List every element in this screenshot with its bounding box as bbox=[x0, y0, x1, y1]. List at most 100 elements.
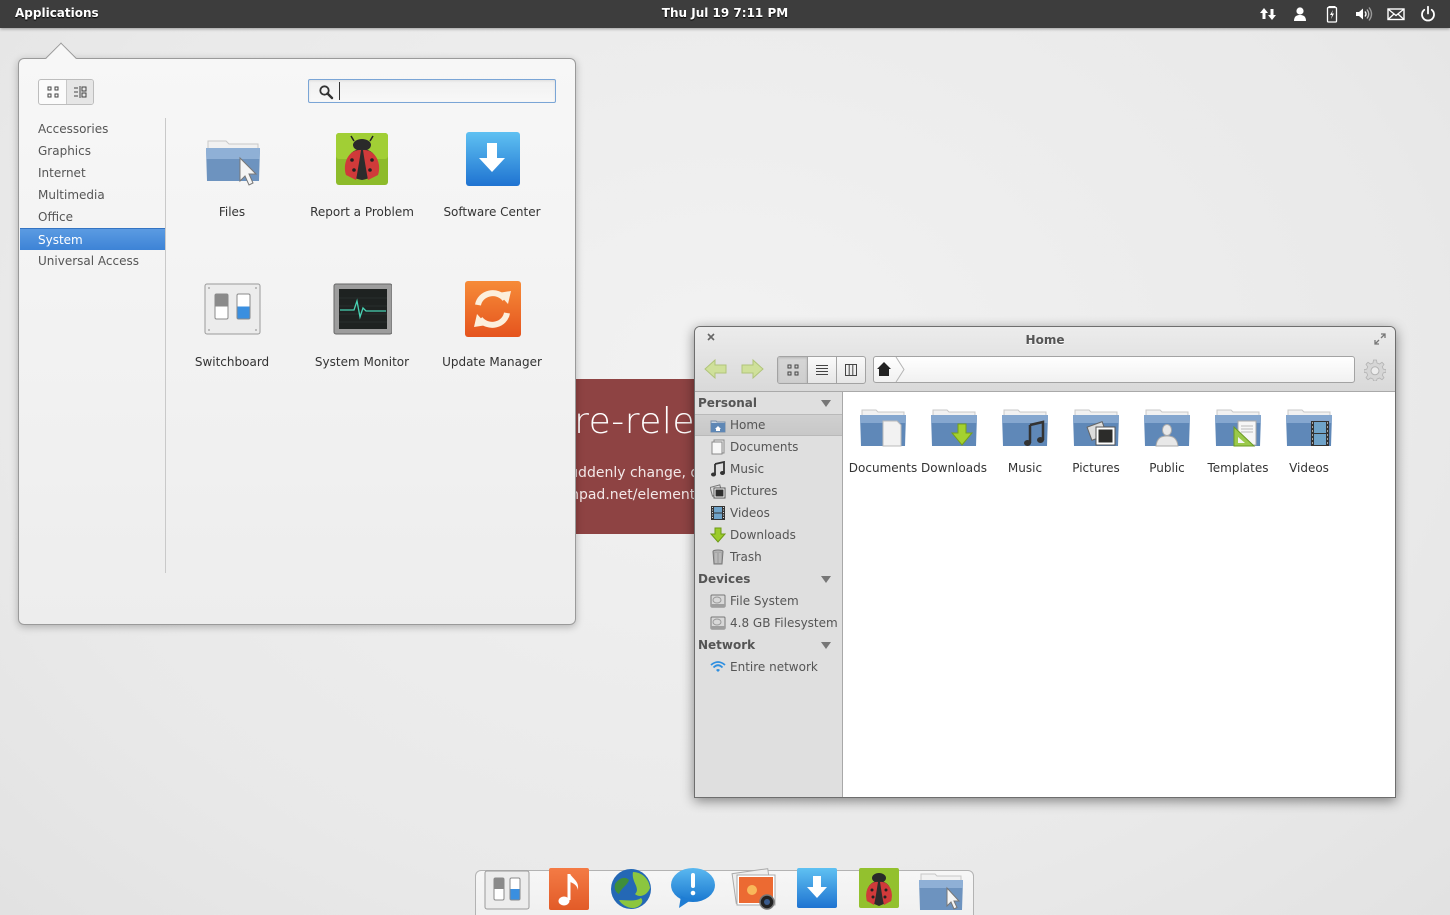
sidebar-item-entire-network[interactable]: Entire network bbox=[695, 656, 842, 678]
switchboard-icon bbox=[484, 870, 530, 910]
dock-item-notifications[interactable] bbox=[669, 866, 717, 910]
back-button[interactable] bbox=[703, 358, 729, 380]
section-personal[interactable]: Personal bbox=[695, 392, 842, 414]
places-sidebar: Personal Home Documents Music Pictures V… bbox=[695, 392, 843, 797]
category-universal-access[interactable]: Universal Access bbox=[20, 250, 166, 272]
dock-item-files[interactable] bbox=[917, 866, 965, 910]
ladybug-icon bbox=[859, 868, 899, 908]
dock-item-switchboard[interactable] bbox=[483, 866, 531, 910]
close-icon bbox=[707, 333, 715, 341]
pre-release-notice: This is a pre-release What you're seeing… bbox=[575, 379, 700, 534]
folder-label: Videos bbox=[1289, 461, 1329, 475]
app-report-a-problem[interactable]: Report a Problem bbox=[297, 129, 427, 219]
file-view[interactable]: Documents Downloads Music Pictures Publi… bbox=[844, 392, 1395, 797]
battery-icon[interactable] bbox=[1316, 4, 1348, 24]
dock-item-software-center[interactable] bbox=[793, 866, 841, 910]
documents-icon bbox=[711, 439, 725, 455]
sidebar-item-videos[interactable]: Videos bbox=[695, 502, 842, 524]
app-files[interactable]: Files bbox=[167, 129, 297, 219]
sidebar-item-music[interactable]: Music bbox=[695, 458, 842, 480]
forward-arrow-icon bbox=[741, 358, 764, 380]
settings-button[interactable] bbox=[1363, 359, 1387, 382]
app-label: Switchboard bbox=[194, 355, 270, 369]
category-multimedia[interactable]: Multimedia bbox=[20, 184, 166, 206]
close-button[interactable] bbox=[705, 331, 717, 345]
clock[interactable]: Thu Jul 19 7:11 PM bbox=[662, 6, 788, 20]
downloads-icon bbox=[710, 527, 726, 543]
list-view-button[interactable] bbox=[807, 357, 836, 383]
notice-title: This is a pre-release bbox=[575, 401, 700, 442]
folder-label: Pictures bbox=[1072, 461, 1120, 475]
search-input[interactable] bbox=[339, 82, 549, 100]
switchboard-icon bbox=[204, 283, 261, 335]
dock-item-report-a-problem[interactable] bbox=[855, 866, 903, 910]
app-system-monitor[interactable]: System Monitor bbox=[297, 279, 427, 369]
column-view-button[interactable] bbox=[836, 357, 865, 383]
folder-public[interactable]: Public bbox=[1131, 407, 1203, 475]
app-label: Software Center bbox=[443, 205, 541, 219]
folder-templates[interactable]: Templates bbox=[1202, 407, 1274, 475]
category-graphics[interactable]: Graphics bbox=[20, 140, 166, 162]
collapse-triangle-icon[interactable] bbox=[821, 642, 831, 649]
icon-view-button[interactable] bbox=[778, 357, 807, 383]
folder-videos[interactable]: Videos bbox=[1273, 407, 1345, 475]
drive-icon bbox=[710, 594, 726, 608]
sidebar-item-documents[interactable]: Documents bbox=[695, 436, 842, 458]
category-internet[interactable]: Internet bbox=[20, 162, 166, 184]
user-icon[interactable] bbox=[1284, 4, 1316, 24]
window-titlebar[interactable]: Home bbox=[695, 327, 1395, 392]
folder-documents[interactable]: Documents bbox=[847, 407, 919, 475]
templates-folder-icon bbox=[1215, 409, 1261, 447]
category-system[interactable]: System bbox=[20, 228, 166, 250]
maximize-button[interactable] bbox=[1373, 331, 1387, 345]
grid-view-button[interactable] bbox=[39, 80, 66, 104]
sidebar-item-4-8gb-filesystem[interactable]: 4.8 GB Filesystem bbox=[695, 612, 842, 634]
folder-music[interactable]: Music bbox=[989, 407, 1061, 475]
folder-label: Documents bbox=[848, 461, 918, 475]
folder-downloads[interactable]: Downloads bbox=[918, 407, 990, 475]
grid-icon bbox=[47, 86, 58, 98]
app-update-manager[interactable]: Update Manager bbox=[427, 279, 557, 369]
software-center-icon bbox=[466, 132, 520, 186]
sidebar-item-home[interactable]: Home bbox=[695, 414, 842, 436]
app-switchboard[interactable]: Switchboard bbox=[167, 279, 297, 369]
sidebar-item-file-system[interactable]: File System bbox=[695, 590, 842, 612]
icon-grid-icon bbox=[787, 364, 798, 376]
folder-label: Music bbox=[1007, 461, 1043, 475]
volume-icon[interactable] bbox=[1348, 4, 1380, 24]
wifi-icon bbox=[710, 661, 726, 672]
sidebar-item-pictures[interactable]: Pictures bbox=[695, 480, 842, 502]
path-bar[interactable] bbox=[873, 356, 1355, 383]
window-title: Home bbox=[1025, 333, 1065, 347]
dock-item-music-player[interactable] bbox=[545, 866, 593, 910]
section-devices[interactable]: Devices bbox=[695, 568, 842, 590]
pictures-folder-icon bbox=[1073, 409, 1119, 446]
collapse-triangle-icon[interactable] bbox=[821, 576, 831, 583]
dock-item-web-browser[interactable] bbox=[607, 866, 655, 910]
category-view-button[interactable] bbox=[66, 80, 93, 104]
network-icon[interactable] bbox=[1252, 4, 1284, 24]
path-segment-home[interactable] bbox=[874, 356, 908, 383]
applications-menu: Accessories Graphics Internet Multimedia… bbox=[18, 42, 576, 625]
dock-item-photo-viewer[interactable] bbox=[731, 866, 779, 910]
files-icon bbox=[206, 140, 260, 186]
collapse-triangle-icon[interactable] bbox=[821, 400, 831, 407]
folder-pictures[interactable]: Pictures bbox=[1060, 407, 1132, 475]
section-network[interactable]: Network bbox=[695, 634, 842, 656]
system-monitor-icon bbox=[333, 283, 393, 335]
top-panel: Applications Thu Jul 19 7:11 PM bbox=[0, 0, 1450, 28]
software-center-icon bbox=[797, 868, 837, 908]
mail-icon[interactable] bbox=[1380, 4, 1412, 24]
category-accessories[interactable]: Accessories bbox=[20, 118, 166, 140]
sidebar-item-downloads[interactable]: Downloads bbox=[695, 524, 842, 546]
applications-menu-button[interactable]: Applications bbox=[15, 6, 99, 20]
gear-icon bbox=[1363, 359, 1387, 382]
sidebar-item-trash[interactable]: Trash bbox=[695, 546, 842, 568]
search-field[interactable] bbox=[308, 79, 556, 103]
music-note-icon bbox=[549, 868, 589, 910]
indicator-area bbox=[1252, 4, 1444, 24]
category-office[interactable]: Office bbox=[20, 206, 166, 228]
power-icon[interactable] bbox=[1412, 4, 1444, 24]
forward-button[interactable] bbox=[739, 358, 765, 380]
app-software-center[interactable]: Software Center bbox=[427, 129, 557, 219]
